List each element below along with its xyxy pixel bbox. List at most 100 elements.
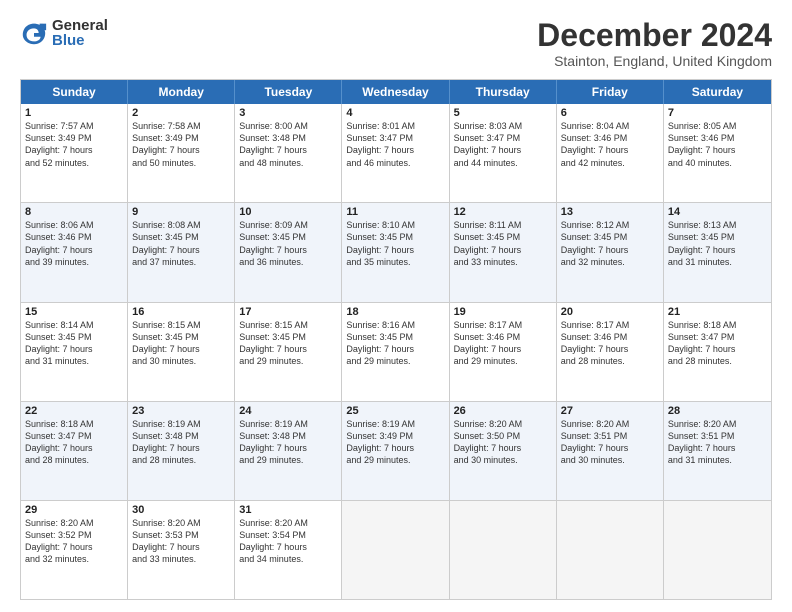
cal-cell-2-2: 17Sunrise: 8:15 AM Sunset: 3:45 PM Dayli… [235, 303, 342, 401]
cal-cell-3-6: 28Sunrise: 8:20 AM Sunset: 3:51 PM Dayli… [664, 402, 771, 500]
main-title: December 2024 [537, 18, 772, 53]
header-friday: Friday [557, 80, 664, 104]
header-thursday: Thursday [450, 80, 557, 104]
cell-content: Sunrise: 8:16 AM Sunset: 3:45 PM Dayligh… [346, 319, 444, 368]
cal-cell-0-0: 1Sunrise: 7:57 AM Sunset: 3:49 PM Daylig… [21, 104, 128, 202]
day-number: 24 [239, 405, 337, 417]
cal-cell-1-4: 12Sunrise: 8:11 AM Sunset: 3:45 PM Dayli… [450, 203, 557, 301]
cell-content: Sunrise: 8:04 AM Sunset: 3:46 PM Dayligh… [561, 120, 659, 169]
cal-cell-3-4: 26Sunrise: 8:20 AM Sunset: 3:50 PM Dayli… [450, 402, 557, 500]
logo-text: General Blue [52, 18, 108, 48]
calendar-row-4: 29Sunrise: 8:20 AM Sunset: 3:52 PM Dayli… [21, 500, 771, 599]
calendar: SundayMondayTuesdayWednesdayThursdayFrid… [20, 79, 772, 600]
day-number: 16 [132, 306, 230, 318]
cal-cell-3-1: 23Sunrise: 8:19 AM Sunset: 3:48 PM Dayli… [128, 402, 235, 500]
cell-content: Sunrise: 8:15 AM Sunset: 3:45 PM Dayligh… [132, 319, 230, 368]
day-number: 13 [561, 206, 659, 218]
cal-cell-2-1: 16Sunrise: 8:15 AM Sunset: 3:45 PM Dayli… [128, 303, 235, 401]
day-number: 30 [132, 504, 230, 516]
day-number: 20 [561, 306, 659, 318]
cal-cell-3-5: 27Sunrise: 8:20 AM Sunset: 3:51 PM Dayli… [557, 402, 664, 500]
cell-content: Sunrise: 8:05 AM Sunset: 3:46 PM Dayligh… [668, 120, 767, 169]
day-number: 29 [25, 504, 123, 516]
cell-content: Sunrise: 8:08 AM Sunset: 3:45 PM Dayligh… [132, 219, 230, 268]
cal-cell-0-1: 2Sunrise: 7:58 AM Sunset: 3:49 PM Daylig… [128, 104, 235, 202]
cal-cell-4-4 [450, 501, 557, 599]
cell-content: Sunrise: 7:57 AM Sunset: 3:49 PM Dayligh… [25, 120, 123, 169]
cal-cell-0-4: 5Sunrise: 8:03 AM Sunset: 3:47 PM Daylig… [450, 104, 557, 202]
calendar-row-2: 15Sunrise: 8:14 AM Sunset: 3:45 PM Dayli… [21, 302, 771, 401]
cal-cell-1-0: 8Sunrise: 8:06 AM Sunset: 3:46 PM Daylig… [21, 203, 128, 301]
header-monday: Monday [128, 80, 235, 104]
cal-cell-1-5: 13Sunrise: 8:12 AM Sunset: 3:45 PM Dayli… [557, 203, 664, 301]
calendar-row-1: 8Sunrise: 8:06 AM Sunset: 3:46 PM Daylig… [21, 202, 771, 301]
day-number: 18 [346, 306, 444, 318]
cal-cell-0-2: 3Sunrise: 8:00 AM Sunset: 3:48 PM Daylig… [235, 104, 342, 202]
cal-cell-4-2: 31Sunrise: 8:20 AM Sunset: 3:54 PM Dayli… [235, 501, 342, 599]
cell-content: Sunrise: 8:20 AM Sunset: 3:51 PM Dayligh… [561, 418, 659, 467]
cell-content: Sunrise: 8:10 AM Sunset: 3:45 PM Dayligh… [346, 219, 444, 268]
cal-cell-1-2: 10Sunrise: 8:09 AM Sunset: 3:45 PM Dayli… [235, 203, 342, 301]
header-tuesday: Tuesday [235, 80, 342, 104]
cal-cell-0-3: 4Sunrise: 8:01 AM Sunset: 3:47 PM Daylig… [342, 104, 449, 202]
day-number: 9 [132, 206, 230, 218]
day-number: 1 [25, 107, 123, 119]
cell-content: Sunrise: 8:17 AM Sunset: 3:46 PM Dayligh… [454, 319, 552, 368]
cell-content: Sunrise: 8:18 AM Sunset: 3:47 PM Dayligh… [668, 319, 767, 368]
day-number: 3 [239, 107, 337, 119]
cal-cell-4-3 [342, 501, 449, 599]
day-number: 31 [239, 504, 337, 516]
subtitle: Stainton, England, United Kingdom [537, 53, 772, 69]
cal-cell-1-3: 11Sunrise: 8:10 AM Sunset: 3:45 PM Dayli… [342, 203, 449, 301]
cell-content: Sunrise: 8:00 AM Sunset: 3:48 PM Dayligh… [239, 120, 337, 169]
header: General Blue December 2024 Stainton, Eng… [20, 18, 772, 69]
cal-cell-4-6 [664, 501, 771, 599]
cell-content: Sunrise: 8:20 AM Sunset: 3:54 PM Dayligh… [239, 517, 337, 566]
calendar-header: SundayMondayTuesdayWednesdayThursdayFrid… [21, 80, 771, 104]
day-number: 7 [668, 107, 767, 119]
cell-content: Sunrise: 8:09 AM Sunset: 3:45 PM Dayligh… [239, 219, 337, 268]
cell-content: Sunrise: 8:19 AM Sunset: 3:48 PM Dayligh… [132, 418, 230, 467]
calendar-row-3: 22Sunrise: 8:18 AM Sunset: 3:47 PM Dayli… [21, 401, 771, 500]
day-number: 5 [454, 107, 552, 119]
title-block: December 2024 Stainton, England, United … [537, 18, 772, 69]
day-number: 10 [239, 206, 337, 218]
calendar-row-0: 1Sunrise: 7:57 AM Sunset: 3:49 PM Daylig… [21, 104, 771, 202]
day-number: 22 [25, 405, 123, 417]
cal-cell-1-6: 14Sunrise: 8:13 AM Sunset: 3:45 PM Dayli… [664, 203, 771, 301]
cal-cell-4-1: 30Sunrise: 8:20 AM Sunset: 3:53 PM Dayli… [128, 501, 235, 599]
day-number: 15 [25, 306, 123, 318]
cal-cell-2-0: 15Sunrise: 8:14 AM Sunset: 3:45 PM Dayli… [21, 303, 128, 401]
cell-content: Sunrise: 8:06 AM Sunset: 3:46 PM Dayligh… [25, 219, 123, 268]
cal-cell-2-6: 21Sunrise: 8:18 AM Sunset: 3:47 PM Dayli… [664, 303, 771, 401]
day-number: 8 [25, 206, 123, 218]
day-number: 21 [668, 306, 767, 318]
day-number: 14 [668, 206, 767, 218]
day-number: 6 [561, 107, 659, 119]
cal-cell-4-0: 29Sunrise: 8:20 AM Sunset: 3:52 PM Dayli… [21, 501, 128, 599]
cell-content: Sunrise: 8:11 AM Sunset: 3:45 PM Dayligh… [454, 219, 552, 268]
cell-content: Sunrise: 7:58 AM Sunset: 3:49 PM Dayligh… [132, 120, 230, 169]
day-number: 11 [346, 206, 444, 218]
cell-content: Sunrise: 8:17 AM Sunset: 3:46 PM Dayligh… [561, 319, 659, 368]
cell-content: Sunrise: 8:19 AM Sunset: 3:49 PM Dayligh… [346, 418, 444, 467]
page: General Blue December 2024 Stainton, Eng… [0, 0, 792, 612]
cal-cell-4-5 [557, 501, 664, 599]
logo-icon [20, 19, 48, 47]
cell-content: Sunrise: 8:03 AM Sunset: 3:47 PM Dayligh… [454, 120, 552, 169]
day-number: 25 [346, 405, 444, 417]
header-wednesday: Wednesday [342, 80, 449, 104]
cal-cell-1-1: 9Sunrise: 8:08 AM Sunset: 3:45 PM Daylig… [128, 203, 235, 301]
header-saturday: Saturday [664, 80, 771, 104]
cell-content: Sunrise: 8:20 AM Sunset: 3:53 PM Dayligh… [132, 517, 230, 566]
day-number: 4 [346, 107, 444, 119]
cal-cell-0-5: 6Sunrise: 8:04 AM Sunset: 3:46 PM Daylig… [557, 104, 664, 202]
day-number: 19 [454, 306, 552, 318]
cal-cell-2-5: 20Sunrise: 8:17 AM Sunset: 3:46 PM Dayli… [557, 303, 664, 401]
day-number: 2 [132, 107, 230, 119]
calendar-body: 1Sunrise: 7:57 AM Sunset: 3:49 PM Daylig… [21, 104, 771, 599]
logo-blue-text: Blue [52, 33, 108, 48]
cal-cell-2-4: 19Sunrise: 8:17 AM Sunset: 3:46 PM Dayli… [450, 303, 557, 401]
cell-content: Sunrise: 8:20 AM Sunset: 3:50 PM Dayligh… [454, 418, 552, 467]
cell-content: Sunrise: 8:12 AM Sunset: 3:45 PM Dayligh… [561, 219, 659, 268]
